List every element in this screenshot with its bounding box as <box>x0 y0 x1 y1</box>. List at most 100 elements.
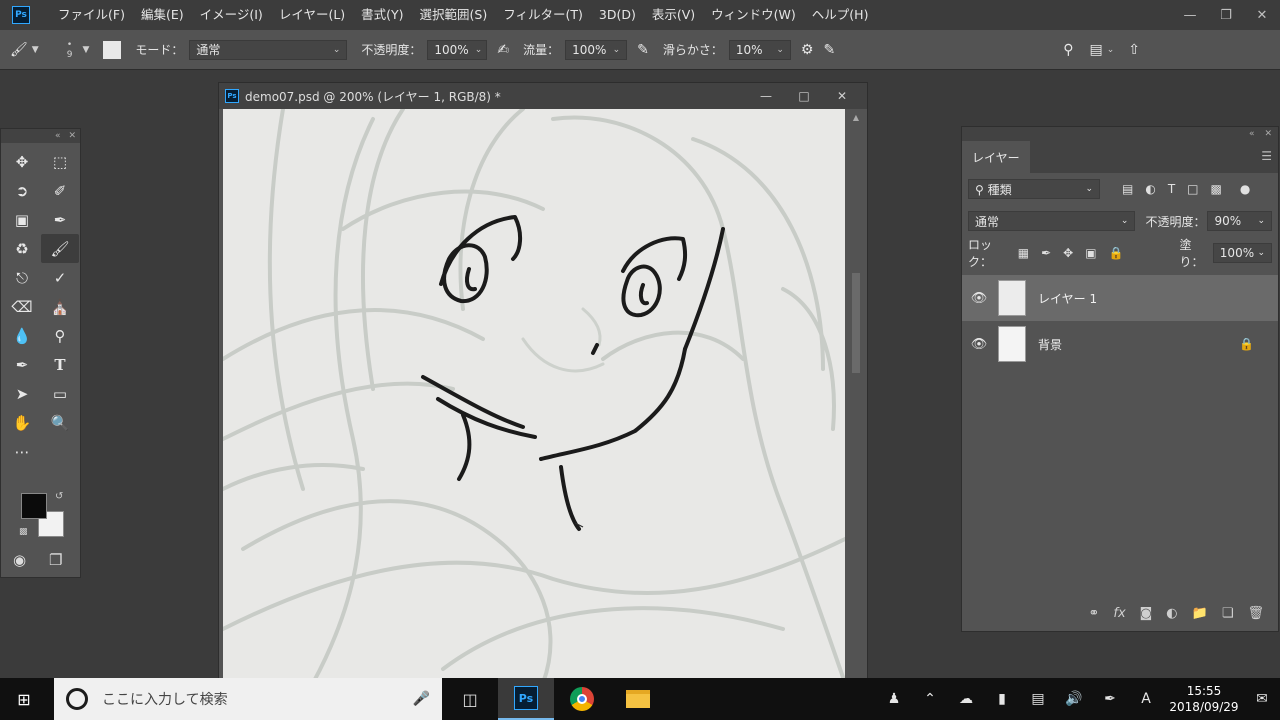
clock[interactable]: 15:55 2018/09/29 <box>1164 683 1244 715</box>
new-group-icon[interactable]: 📁 <box>1192 606 1208 621</box>
flow-input[interactable]: 100% ⌄ <box>565 39 628 60</box>
cortana-icon[interactable] <box>66 688 88 710</box>
paint-bucket-tool-icon[interactable]: ⛪ <box>41 292 79 321</box>
menu-type[interactable]: 書式(Y) <box>353 0 411 30</box>
minimize-icon[interactable]: — <box>747 83 785 109</box>
marquee-tool-icon[interactable]: ⬚ <box>41 147 79 176</box>
chevron-up-icon[interactable]: ⌃ <box>912 691 948 707</box>
scroll-thumb[interactable] <box>852 273 860 373</box>
rectangle-tool-icon[interactable]: ▭ <box>41 379 79 408</box>
menu-help[interactable]: ヘルプ(H) <box>804 0 877 30</box>
crop-tool-icon[interactable]: ▣ <box>3 205 41 234</box>
fill-input[interactable]: 100% ⌄ <box>1212 243 1272 263</box>
menu-edit[interactable]: 編集(E) <box>133 0 192 30</box>
mode-select[interactable]: 通常 ⌄ <box>189 39 348 60</box>
brush-preset-icon[interactable]: 🖌 <box>10 42 28 58</box>
foreground-color-swatch[interactable] <box>21 493 47 519</box>
canvas[interactable] <box>223 109 845 683</box>
chevron-down-icon[interactable]: ▼ <box>82 45 89 55</box>
panel-menu-icon[interactable]: ☰ <box>1261 149 1272 163</box>
new-layer-icon[interactable]: ❏ <box>1222 606 1234 621</box>
network-icon[interactable]: ▤ <box>1020 691 1056 707</box>
eye-icon[interactable]: 👁 <box>962 291 996 306</box>
screen-mode-icon[interactable]: ❐ <box>49 551 62 569</box>
task-view-icon[interactable]: ◫ <box>442 678 498 720</box>
lasso-tool-icon[interactable]: ➲ <box>3 176 41 205</box>
menu-3d[interactable]: 3D(D) <box>591 0 644 30</box>
adjustment-layer-icon[interactable]: ◐ <box>1166 606 1177 621</box>
clone-stamp-tool-icon[interactable]: ⎋ <box>3 263 41 292</box>
file-explorer-icon[interactable] <box>610 678 666 720</box>
eyedropper-tool-icon[interactable]: ✒ <box>41 205 79 234</box>
blend-mode-select[interactable]: 通常 ⌄ <box>968 211 1136 231</box>
type-tool-icon[interactable]: T <box>41 350 79 379</box>
lock-artboard-icon[interactable]: ▣ <box>1085 246 1096 260</box>
lock-transparent-icon[interactable]: ▦ <box>1018 246 1029 260</box>
search-icon[interactable]: ⚲ <box>1063 42 1073 58</box>
vertical-scrollbar[interactable]: ▲ <box>849 113 863 679</box>
hand-tool-icon[interactable]: ✋ <box>3 408 41 437</box>
notifications-icon[interactable]: ✉ <box>1244 691 1280 707</box>
layer-row[interactable]: 👁 レイヤー 1 <box>962 275 1278 321</box>
brush-tool-icon[interactable]: 🖌 <box>41 234 79 263</box>
menu-file[interactable]: ファイル(F) <box>50 0 133 30</box>
volume-icon[interactable]: 🔊 <box>1056 691 1092 707</box>
airbrush-icon[interactable]: ✎ <box>637 42 649 58</box>
onedrive-icon[interactable]: ☁ <box>948 691 984 707</box>
collapse-icon[interactable]: « <box>55 131 61 141</box>
menu-layer[interactable]: レイヤー(L) <box>271 0 353 30</box>
filter-toggle-icon[interactable]: ● <box>1240 182 1250 196</box>
gear-icon[interactable]: ⚙ <box>801 42 814 58</box>
zoom-tool-icon[interactable]: 🔍 <box>41 408 79 437</box>
brush-panel-icon[interactable] <box>103 40 122 59</box>
chevron-down-icon[interactable]: ⌄ <box>1107 45 1115 55</box>
pen-icon[interactable]: ✒ <box>1092 691 1128 707</box>
menu-window[interactable]: ウィンドウ(W) <box>703 0 804 30</box>
healing-brush-tool-icon[interactable]: ♻ <box>3 234 41 263</box>
move-tool-icon[interactable]: ✥ <box>3 147 41 176</box>
menu-select[interactable]: 選択範囲(S) <box>412 0 496 30</box>
scroll-up-icon[interactable]: ▲ <box>849 113 863 127</box>
opacity-input[interactable]: 100% ⌄ <box>427 39 488 60</box>
quick-mask-icon[interactable]: ◉ <box>13 551 26 569</box>
blur-tool-icon[interactable]: 💧 <box>3 321 41 350</box>
maximize-icon[interactable]: □ <box>785 83 823 109</box>
more-tools-icon[interactable]: ⋯ <box>3 437 41 466</box>
filter-adjustment-icon[interactable]: ◐ <box>1145 182 1155 196</box>
pen-tool-icon[interactable]: ✒ <box>3 350 41 379</box>
filter-type-icon[interactable]: T <box>1168 182 1175 196</box>
filter-shape-icon[interactable]: □ <box>1187 182 1198 196</box>
dodge-tool-icon[interactable]: ⚲ <box>41 321 79 350</box>
ime-indicator[interactable]: A <box>1128 691 1164 707</box>
filter-pixel-icon[interactable]: ▤ <box>1122 182 1133 196</box>
link-layers-icon[interactable]: ⚭ <box>1088 606 1099 621</box>
chrome-icon[interactable] <box>554 678 610 720</box>
add-mask-icon[interactable]: ◙ <box>1140 606 1153 621</box>
taskbar-search[interactable]: ここに入力して検索 🎤 <box>54 678 442 720</box>
people-icon[interactable]: ♟ <box>876 691 912 707</box>
smoothing-input[interactable]: 10% ⌄ <box>728 39 791 60</box>
fx-icon[interactable]: fx <box>1113 606 1125 621</box>
path-select-tool-icon[interactable]: ➤ <box>3 379 41 408</box>
swap-colors-icon[interactable]: ↺ <box>55 491 63 502</box>
photoshop-taskbar-icon[interactable]: Ps <box>498 678 554 720</box>
pressure-size-icon[interactable]: ✎ <box>823 42 835 58</box>
menu-filter[interactable]: フィルター(T) <box>495 0 591 30</box>
close-icon[interactable]: ✕ <box>68 131 76 141</box>
menu-view[interactable]: 表示(V) <box>644 0 703 30</box>
quick-select-tool-icon[interactable]: ✐ <box>41 176 79 205</box>
tab-layers[interactable]: レイヤー <box>962 141 1030 173</box>
microphone-icon[interactable]: 🎤 <box>413 691 430 707</box>
restore-icon[interactable]: ❐ <box>1208 0 1244 30</box>
close-icon[interactable]: ✕ <box>1244 0 1280 30</box>
minimize-icon[interactable]: — <box>1172 0 1208 30</box>
eye-icon[interactable]: 👁 <box>962 337 996 352</box>
workspace-icon[interactable]: ▤ <box>1089 42 1102 58</box>
close-icon[interactable]: ✕ <box>823 83 861 109</box>
lock-all-icon[interactable]: 🔒 <box>1109 246 1124 260</box>
windows-start-icon[interactable]: ⊞ <box>0 678 48 720</box>
layer-row[interactable]: 👁 背景 🔒 <box>962 321 1278 367</box>
filter-smart-object-icon[interactable]: ▩ <box>1211 182 1222 196</box>
brush-size-picker[interactable]: • 9 <box>67 40 73 60</box>
history-brush-tool-icon[interactable]: ✓ <box>41 263 79 292</box>
